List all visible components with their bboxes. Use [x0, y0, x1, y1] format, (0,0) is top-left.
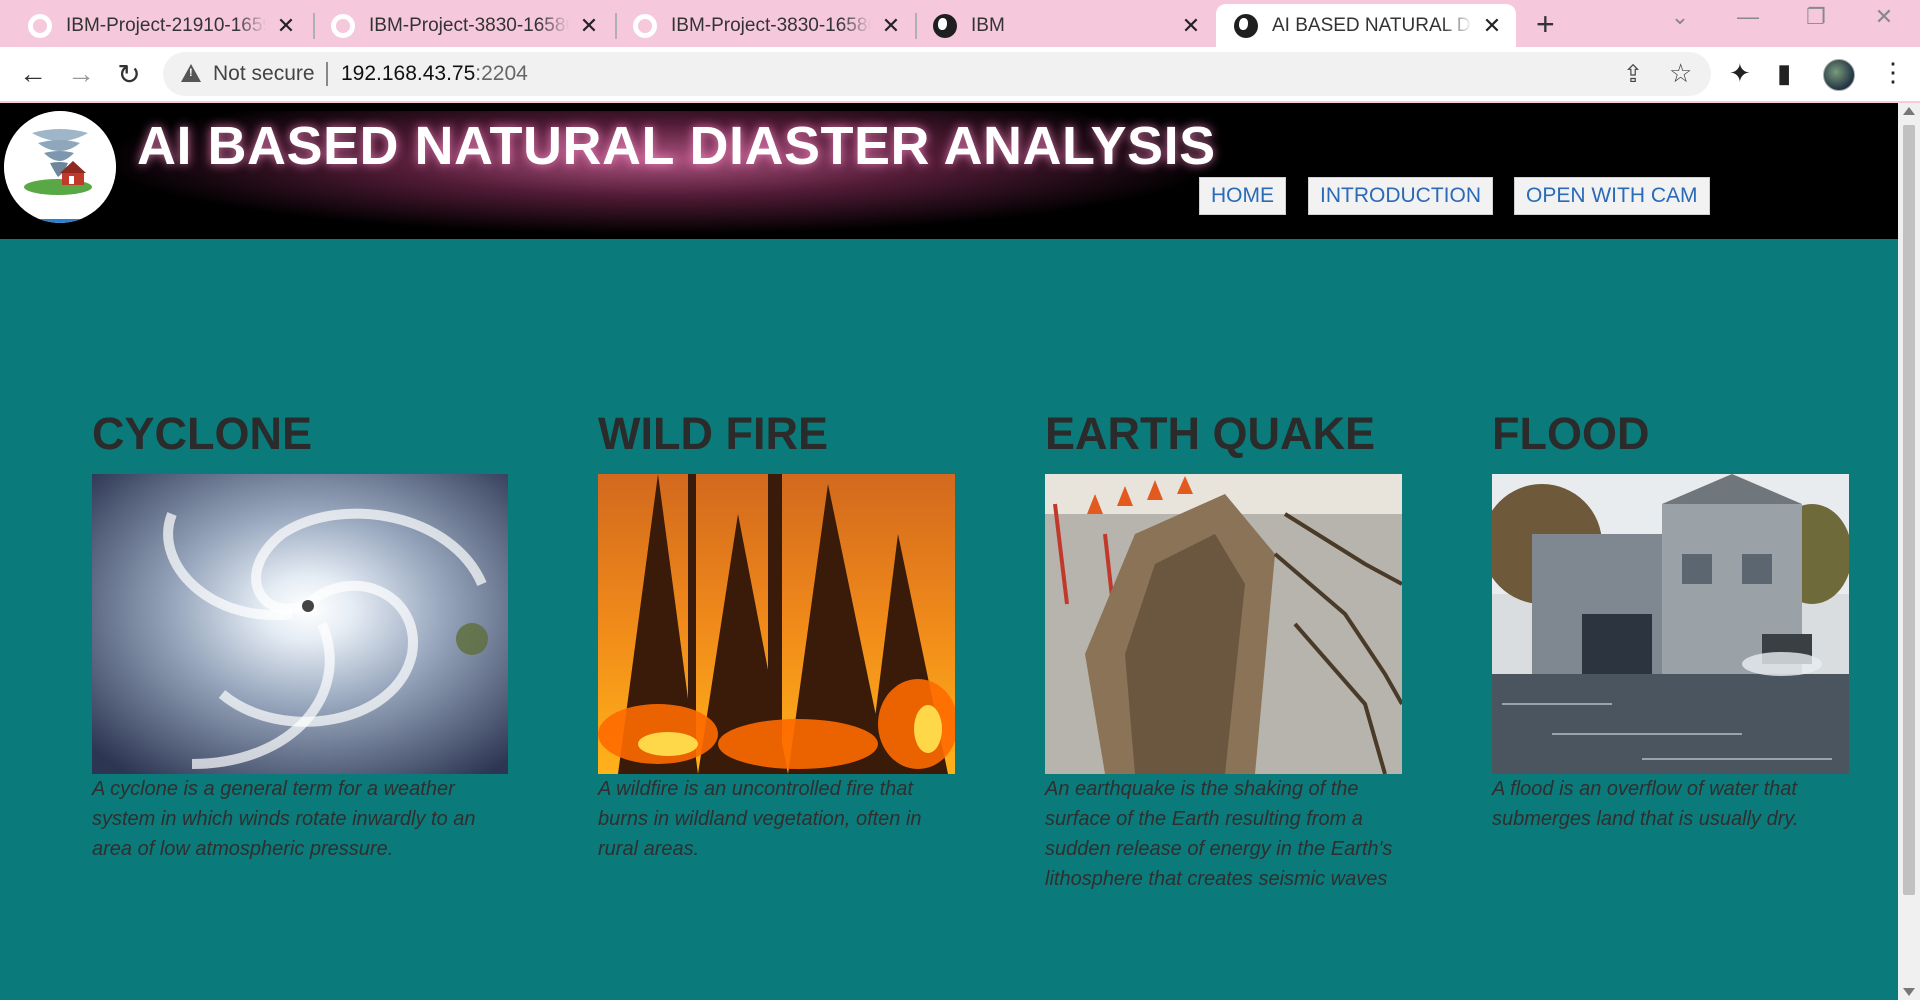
card-title: FLOOD	[1492, 408, 1650, 459]
tab-label: IBM-Project-3830-165864	[369, 14, 569, 36]
card-title: WILD FIRE	[598, 408, 828, 459]
card-description: A cyclone is a general term for a weathe…	[92, 778, 476, 860]
site-title: AI BASED NATURAL DIASTER ANALYSIS	[137, 116, 1216, 176]
flood-image	[1492, 474, 1849, 774]
browser-toolbar: ← → ↻ Not secure 192.168.43.75:2204 ⇪ ☆ …	[0, 47, 1920, 102]
browser-tab[interactable]: IBM-Project-21910-16597 ✕	[0, 4, 310, 47]
card-description: A flood is an overflow of water that sub…	[1492, 778, 1799, 830]
close-window-icon[interactable]: ✕	[1864, 4, 1904, 30]
github-icon	[633, 13, 657, 38]
address-divider	[326, 62, 328, 86]
close-tab-icon[interactable]: ✕	[276, 13, 296, 39]
github-icon	[331, 13, 355, 38]
tab-label: IBM	[971, 14, 1005, 36]
tab-divider	[915, 13, 917, 39]
scroll-up-icon[interactable]	[1903, 107, 1915, 115]
url-host: 192.168.43.75	[341, 62, 476, 85]
browser-tab[interactable]: IBM ✕	[919, 4, 1215, 47]
nav-introduction-button[interactable]: INTRODUCTION	[1308, 177, 1493, 215]
browser-tabstrip: IBM-Project-21910-16597 ✕ IBM-Project-38…	[0, 0, 1920, 47]
globe-icon	[1234, 13, 1258, 38]
new-tab-icon[interactable]: +	[1536, 6, 1555, 43]
disaster-card-wildfire: WILD FIRE A wildfire is an uncontrolled …	[598, 408, 955, 864]
card-title: EARTH QUAKE	[1045, 408, 1376, 459]
scroll-down-icon[interactable]	[1903, 988, 1915, 996]
forward-icon[interactable]: →	[64, 57, 98, 91]
url-port: :2204	[475, 62, 528, 85]
close-tab-icon[interactable]: ✕	[1482, 13, 1502, 39]
side-panel-icon[interactable]: ▮	[1777, 58, 1791, 89]
close-tab-icon[interactable]: ✕	[881, 13, 901, 39]
minimize-icon[interactable]: —	[1728, 4, 1768, 30]
scrollbar-thumb[interactable]	[1903, 125, 1915, 895]
tab-label: AI BASED NATURAL DIAS	[1272, 14, 1472, 36]
tab-label: IBM-Project-3830-165864	[671, 14, 871, 36]
nav-home-button[interactable]: HOME	[1199, 177, 1286, 215]
profile-avatar[interactable]	[1823, 59, 1855, 91]
browser-tab-active[interactable]: AI BASED NATURAL DIAS ✕	[1216, 4, 1516, 47]
browser-tab[interactable]: IBM-Project-3830-165864 ✕	[619, 4, 915, 47]
share-icon[interactable]: ⇪	[1623, 60, 1643, 89]
disaster-card-cyclone: CYCLONE A cyclone is a general term for …	[92, 408, 508, 864]
security-label[interactable]: Not secure	[213, 62, 315, 86]
tab-search-icon[interactable]: ⌄	[1660, 4, 1700, 30]
site-logo	[4, 111, 116, 223]
github-icon	[28, 13, 52, 38]
reload-icon[interactable]: ↻	[112, 57, 146, 91]
extensions-icon[interactable]: ✦	[1729, 58, 1751, 89]
url-text[interactable]: 192.168.43.75:2204	[341, 62, 528, 86]
menu-kebab-icon[interactable]: ⋮	[1880, 57, 1906, 88]
wildfire-image	[598, 474, 955, 774]
card-description: An earthquake is the shaking of the surf…	[1045, 778, 1393, 890]
card-description: A wildfire is an uncontrolled fire that …	[598, 778, 922, 860]
tab-divider	[313, 13, 315, 39]
site-header: AI BASED NATURAL DIASTER ANALYSIS HOME I…	[0, 103, 1898, 239]
warning-icon[interactable]	[181, 64, 201, 82]
cyclone-image	[92, 474, 508, 774]
close-tab-icon[interactable]: ✕	[1181, 13, 1201, 39]
bookmark-star-icon[interactable]: ☆	[1669, 58, 1692, 89]
nav-open-with-cam-button[interactable]: OPEN WITH CAM	[1514, 177, 1710, 215]
restore-icon[interactable]: ❐	[1796, 4, 1836, 30]
disaster-card-flood: FLOOD A flood is an overflow of water th…	[1492, 408, 1849, 834]
tab-divider	[615, 13, 617, 39]
page-content: AI BASED NATURAL DIASTER ANALYSIS HOME I…	[0, 103, 1898, 1000]
back-icon[interactable]: ←	[16, 57, 50, 91]
tab-label: IBM-Project-21910-16597	[66, 14, 266, 36]
close-tab-icon[interactable]: ✕	[579, 13, 599, 39]
earthquake-image	[1045, 474, 1402, 774]
globe-icon	[933, 13, 957, 38]
browser-tab[interactable]: IBM-Project-3830-165864 ✕	[317, 4, 613, 47]
address-bar[interactable]: Not secure 192.168.43.75:2204 ⇪ ☆	[163, 52, 1711, 96]
card-title: CYCLONE	[92, 408, 313, 459]
disaster-card-earthquake: EARTH QUAKE An earthquake is the shaking…	[1045, 408, 1402, 894]
page-scrollbar[interactable]	[1898, 103, 1920, 1000]
